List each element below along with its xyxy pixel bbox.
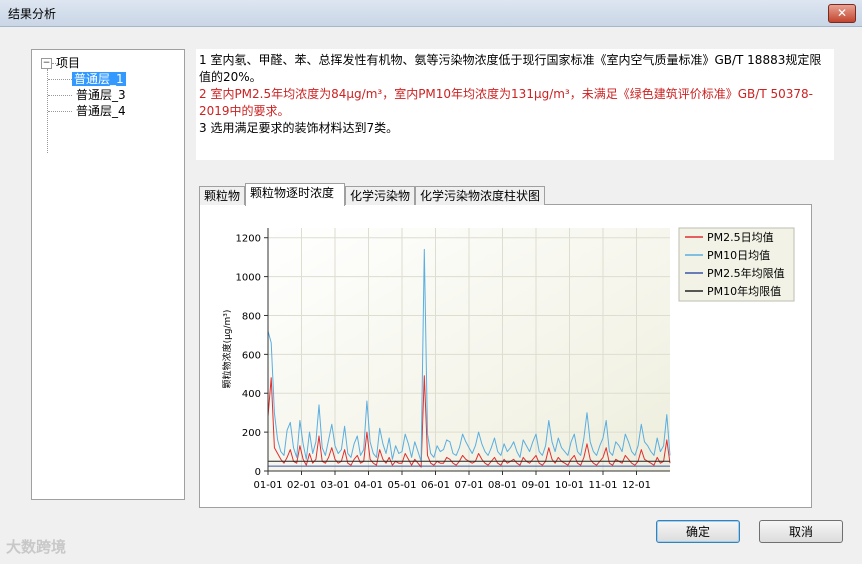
- legend-label: PM10日均值: [707, 249, 770, 262]
- y-tick-label: 0: [255, 467, 261, 478]
- x-tick-label: 08-01: [488, 480, 517, 491]
- tree-item-layer-1[interactable]: 普通层_1: [72, 72, 126, 86]
- y-tick-label: 400: [242, 389, 261, 400]
- tab-particulate-hourly[interactable]: 颗粒物逐时浓度: [245, 183, 345, 206]
- result-line-1: 1 室内氡、甲醛、苯、总挥发性有机物、氨等污染物浓度低于现行国家标准《室内空气质…: [199, 53, 822, 84]
- y-tick-label: 1200: [236, 234, 261, 245]
- window-title: 结果分析: [8, 7, 57, 21]
- tree-root-label[interactable]: 项目: [56, 56, 80, 70]
- tree-connector: [48, 95, 72, 96]
- x-tick-label: 07-01: [454, 480, 483, 491]
- x-tick-label: 02-01: [287, 480, 316, 491]
- legend-label: PM10年均限值: [707, 284, 781, 298]
- chart-area: 0 200 400 600 800 1000 1200 01-01 02-01 03-01 04-0…: [208, 213, 805, 499]
- x-tick-label: 12-01: [622, 480, 651, 491]
- y-axis-label: 颗粒物浓度(μg/m³): [221, 310, 233, 389]
- y-tick-label: 800: [242, 311, 261, 322]
- tree-item-layer-3[interactable]: 普通层_3: [76, 88, 126, 102]
- x-tick-label: 04-01: [354, 480, 383, 491]
- tree-connector: [48, 79, 72, 80]
- ok-button[interactable]: 确定: [656, 520, 740, 543]
- close-button[interactable]: ✕: [828, 4, 856, 23]
- project-tree[interactable]: − 项目 普通层_1 普通层_3 普通层_4: [31, 49, 185, 500]
- legend-label: PM2.5年均限值: [707, 266, 785, 280]
- result-line-3: 3 选用满足要求的装饰材料达到7类。: [199, 121, 399, 135]
- cancel-button[interactable]: 取消: [759, 520, 843, 543]
- tab-particulates[interactable]: 颗粒物: [199, 186, 245, 205]
- y-tick-label: 600: [242, 350, 261, 361]
- watermark: 大数跨境: [6, 538, 67, 556]
- chart-legend: PM2.5日均值 PM10日均值 PM2.5年均限值 PM10年均限值: [678, 227, 795, 302]
- legend-label: PM2.5日均值: [707, 231, 774, 244]
- x-tick-label: 09-01: [521, 480, 550, 491]
- particulate-chart: 0 200 400 600 800 1000 1200 01-01 02-01 03-01 04-0…: [221, 227, 795, 491]
- collapse-icon[interactable]: −: [41, 58, 52, 69]
- x-tick-label: 06-01: [421, 480, 450, 491]
- tab-chemical-bar-chart[interactable]: 化学污染物浓度柱状图: [415, 186, 545, 205]
- x-tick-label: 01-01: [253, 480, 282, 491]
- result-summary: 1 室内氡、甲醛、苯、总挥发性有机物、氨等污染物浓度低于现行国家标准《室内空气质…: [196, 49, 834, 160]
- y-tick-label: 200: [242, 428, 261, 439]
- x-tick-label: 11-01: [588, 480, 617, 491]
- tab-chemical-pollutants[interactable]: 化学污染物: [345, 186, 415, 205]
- result-line-2: 2 室内PM2.5年均浓度为84μg/m³，室内PM10年均浓度为131μg/m…: [199, 87, 813, 118]
- tree-item-layer-4[interactable]: 普通层_4: [76, 104, 126, 118]
- x-tick-label: 10-01: [555, 480, 584, 491]
- title-bar: 结果分析 ✕: [0, 0, 862, 27]
- x-tick-label: 05-01: [387, 480, 416, 491]
- y-tick-label: 1000: [236, 273, 261, 284]
- x-tick-label: 03-01: [320, 480, 349, 491]
- tree-connector: [48, 111, 72, 112]
